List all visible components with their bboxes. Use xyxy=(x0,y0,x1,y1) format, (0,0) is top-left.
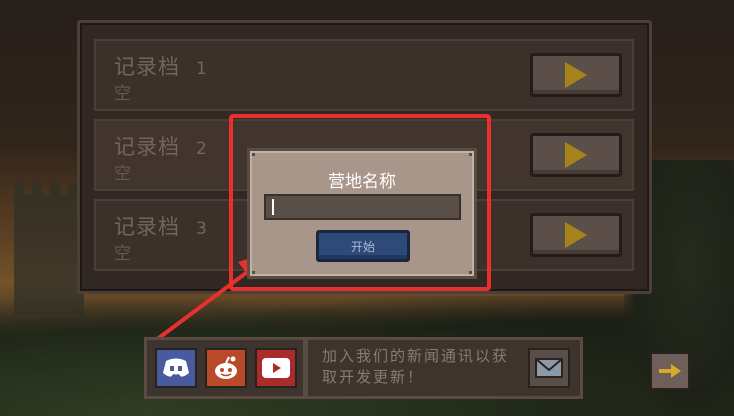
youtube-icon xyxy=(262,358,290,378)
rivet xyxy=(469,271,472,274)
slot-status: 空 xyxy=(114,164,131,184)
play-icon xyxy=(565,142,587,168)
camp-name-dialog: 营地名称 开始 xyxy=(247,148,477,279)
reddit-button[interactable] xyxy=(205,348,247,388)
save-slot-1[interactable]: 记录档 1 空 xyxy=(94,39,634,111)
rivet xyxy=(469,153,472,156)
dialog-title: 营地名称 xyxy=(328,172,396,192)
slot-title: 记录档 1 xyxy=(114,55,208,79)
newsletter-panel: 加入我们的新闻通讯以获取开发更新！ xyxy=(305,337,583,399)
slot-title: 记录档 2 xyxy=(114,135,208,159)
play-slot-1-button[interactable] xyxy=(530,53,622,97)
social-bar xyxy=(144,337,306,399)
arrow-right-icon xyxy=(659,364,681,378)
rivet xyxy=(252,271,255,274)
next-button[interactable] xyxy=(650,352,690,390)
start-button[interactable]: 开始 xyxy=(316,230,410,262)
play-icon xyxy=(565,222,587,248)
newsletter-signup-button[interactable] xyxy=(528,348,570,388)
play-icon xyxy=(565,62,587,88)
discord-button[interactable] xyxy=(155,348,197,388)
envelope-icon xyxy=(535,358,563,378)
youtube-button[interactable] xyxy=(255,348,297,388)
rivet xyxy=(252,153,255,156)
reddit-icon xyxy=(215,356,237,379)
text-caret xyxy=(272,199,274,215)
discord-icon xyxy=(163,358,189,377)
slot-status: 空 xyxy=(114,244,131,264)
camp-name-input[interactable] xyxy=(264,194,461,220)
slot-status: 空 xyxy=(114,84,131,104)
background-castle-tower xyxy=(14,183,84,315)
slot-title: 记录档 3 xyxy=(114,215,208,239)
play-slot-3-button[interactable] xyxy=(530,213,622,257)
newsletter-text: 加入我们的新闻通讯以获取开发更新！ xyxy=(322,347,510,386)
play-slot-2-button[interactable] xyxy=(530,133,622,177)
